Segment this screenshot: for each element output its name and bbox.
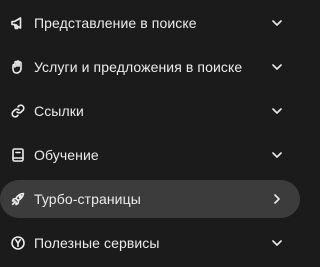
menu-item-label: Ссылки [34, 103, 84, 119]
menu-item-links[interactable]: Ссылки [0, 92, 300, 130]
chevron-down-icon [270, 148, 284, 162]
sidebar-menu: Представление в поиске Услуги и предложе… [0, 0, 308, 267]
menu-item-useful-services[interactable]: Полезные сервисы [0, 224, 300, 262]
yandex-icon [10, 235, 26, 251]
menu-item-learning[interactable]: Обучение [0, 136, 300, 174]
menu-item-turbo-pages[interactable]: Турбо-страницы [0, 180, 300, 218]
chevron-down-icon [270, 104, 284, 118]
chevron-right-icon [270, 192, 284, 206]
hand-icon [10, 59, 26, 75]
menu-item-label: Полезные сервисы [34, 235, 160, 251]
chevron-down-icon [270, 16, 284, 30]
chevron-down-icon [270, 60, 284, 74]
link-icon [10, 103, 26, 119]
book-icon [10, 147, 26, 163]
menu-item-label: Турбо-страницы [34, 191, 141, 207]
menu-item-search-services[interactable]: Услуги и предложения в поиске [0, 48, 300, 86]
menu-item-search-presentation[interactable]: Представление в поиске [0, 4, 300, 42]
megaphone-icon [10, 15, 26, 31]
rocket-icon [10, 191, 26, 207]
menu-item-label: Обучение [34, 147, 99, 163]
menu-item-label: Представление в поиске [34, 15, 197, 31]
chevron-down-icon [270, 236, 284, 250]
menu-item-label: Услуги и предложения в поиске [34, 59, 243, 75]
